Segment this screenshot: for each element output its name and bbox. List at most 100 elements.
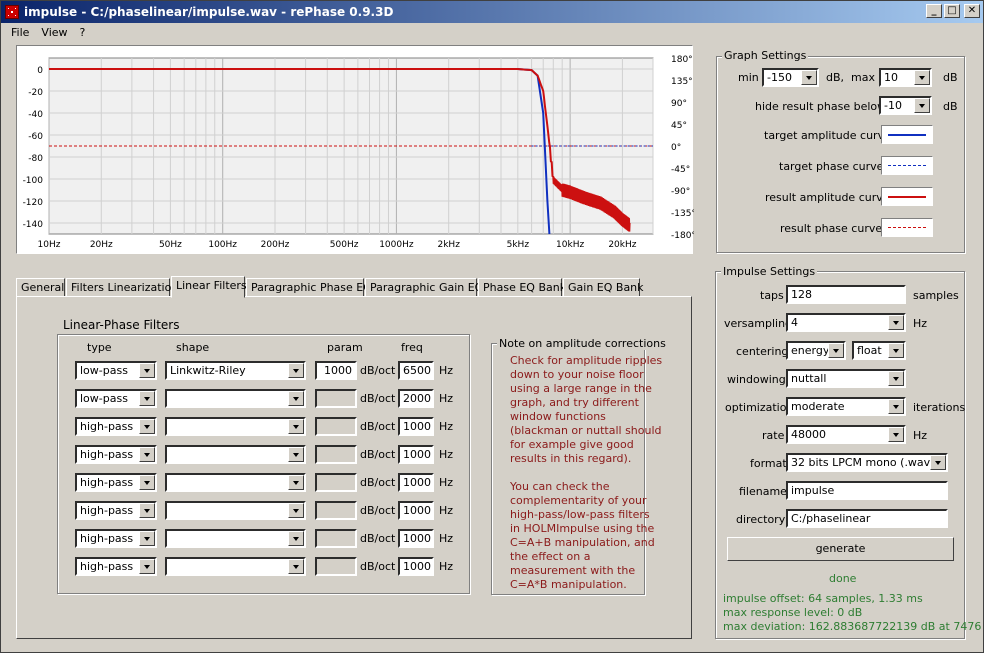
param-column-header: param — [327, 341, 363, 354]
menu-bar: File View ? — [1, 23, 91, 42]
filter-shape-select[interactable] — [165, 445, 306, 464]
result-amplitude-color-swatch[interactable] — [881, 187, 933, 206]
param-unit-label: dB/oct — [360, 392, 396, 405]
tab-gain-eq-bank[interactable]: Gain EQ Bank — [563, 278, 644, 297]
filename-input[interactable]: impulse — [786, 481, 948, 500]
chevron-down-icon — [139, 363, 155, 378]
filter-freq-input[interactable]: 6500 — [398, 361, 434, 380]
filter-param-input[interactable] — [315, 445, 357, 464]
filter-type-select[interactable]: high-pass — [75, 557, 157, 576]
filter-shape-select[interactable] — [165, 529, 306, 548]
filter-freq-input[interactable]: 1000 — [398, 417, 434, 436]
tab-paragraphic-phase-eq[interactable]: Paragraphic Phase EQ — [246, 278, 372, 297]
rate-select[interactable]: 48000 — [786, 425, 906, 444]
hide-phase-select[interactable]: -10 — [879, 96, 932, 115]
filter-type-select[interactable]: high-pass — [75, 529, 157, 548]
optimization-select[interactable]: moderate — [786, 397, 906, 416]
chevron-down-icon — [930, 455, 946, 470]
tab-phase-eq-bank[interactable]: Phase EQ Bank — [478, 278, 566, 297]
chevron-down-icon — [139, 559, 155, 574]
directory-input[interactable]: C:/phaselinear — [786, 509, 948, 528]
filter-shape-select[interactable] — [165, 473, 306, 492]
filter-param-input[interactable] — [315, 417, 357, 436]
target-phase-line — [888, 165, 926, 166]
filter-freq-input[interactable]: 1000 — [398, 557, 434, 576]
chevron-down-icon — [288, 475, 304, 490]
param-unit-label: dB/oct — [360, 560, 396, 573]
centering-mode-select[interactable]: float — [852, 341, 906, 360]
optimization-label: optimization — [725, 401, 794, 414]
param-unit-label: dB/oct — [360, 364, 396, 377]
max-db-select[interactable]: 10 — [879, 68, 932, 87]
freq-unit-label: Hz — [439, 560, 454, 573]
phase-tick-label: 135° — [671, 77, 693, 87]
target-amplitude-color-swatch[interactable] — [881, 125, 933, 144]
filter-shape-select[interactable] — [165, 417, 306, 436]
filter-shape-select[interactable] — [165, 557, 306, 576]
filter-type-select[interactable]: high-pass — [75, 473, 157, 492]
filter-freq-input[interactable]: 2000 — [398, 389, 434, 408]
filter-param-input[interactable]: 1000 — [315, 361, 357, 380]
rate-unit: Hz — [913, 429, 928, 442]
x-tick-label: 200Hz — [261, 240, 290, 250]
filter-freq-input[interactable]: 1000 — [398, 445, 434, 464]
app-window: impulse - C:/phaselinear/impulse.wav - r… — [0, 0, 984, 653]
result-phase-color-swatch[interactable] — [881, 218, 933, 237]
generate-button[interactable]: generate — [727, 537, 954, 561]
hide-phase-label: hide result phase below — [755, 100, 887, 113]
type-column-header: type — [87, 341, 112, 354]
close-button[interactable]: ✕ — [964, 4, 980, 18]
filter-type-select[interactable]: low-pass — [75, 361, 157, 380]
taps-input[interactable]: 128 — [786, 285, 906, 304]
target-phase-color-swatch[interactable] — [881, 156, 933, 175]
chevron-down-icon — [288, 419, 304, 434]
filter-param-input[interactable] — [315, 501, 357, 520]
tab-paragraphic-gain-eq[interactable]: Paragraphic Gain EQ — [365, 278, 483, 297]
centering-select[interactable]: energy — [786, 341, 846, 360]
menu-view[interactable]: View — [35, 26, 73, 39]
versampling-select[interactable]: 4 — [786, 313, 906, 332]
phase-tick-label: 45° — [671, 121, 687, 131]
max-deviation-info: max deviation: 162.883687722139 dB at 74… — [723, 620, 984, 633]
chevron-down-icon — [139, 447, 155, 462]
freq-unit-label: Hz — [439, 476, 454, 489]
min-db-select[interactable]: -150 — [762, 68, 819, 87]
filter-param-input[interactable] — [315, 473, 357, 492]
format-select[interactable]: 32 bits LPCM mono (.wav) — [786, 453, 948, 472]
tab-linear-filters[interactable]: Linear Filters — [171, 276, 247, 298]
filter-freq-input[interactable]: 1000 — [398, 473, 434, 492]
maximize-button[interactable]: □ — [944, 4, 960, 18]
tab-general[interactable]: General — [16, 278, 65, 297]
filter-param-input[interactable] — [315, 557, 357, 576]
filter-freq-input[interactable]: 1000 — [398, 501, 434, 520]
filter-type-select[interactable]: high-pass — [75, 445, 157, 464]
db-unit-label: dB — [943, 71, 958, 84]
filter-type-select[interactable]: high-pass — [75, 417, 157, 436]
filter-type-select[interactable]: high-pass — [75, 501, 157, 520]
filter-shape-select[interactable]: Linkwitz-Riley — [165, 361, 306, 380]
result-amplitude-label: result amplitude curve — [765, 191, 890, 204]
chevron-down-icon — [288, 531, 304, 546]
filter-shape-select[interactable] — [165, 389, 306, 408]
x-tick-label: 10Hz — [38, 240, 61, 250]
chevron-down-icon — [288, 391, 304, 406]
menu-help[interactable]: ? — [74, 26, 92, 39]
tab-filters-linearization[interactable]: Filters Linearization — [66, 278, 178, 297]
filter-type-select[interactable]: low-pass — [75, 389, 157, 408]
filter-shape-select[interactable] — [165, 501, 306, 520]
windowing-select[interactable]: nuttall — [786, 369, 906, 388]
menu-file[interactable]: File — [5, 26, 35, 39]
chevron-down-icon — [914, 70, 930, 85]
format-label: format — [750, 457, 787, 470]
window-title: impulse - C:/phaselinear/impulse.wav - r… — [24, 5, 394, 19]
title-bar[interactable]: impulse - C:/phaselinear/impulse.wav - r… — [1, 1, 983, 23]
versampling-label: versampling — [724, 317, 793, 330]
filter-param-input[interactable] — [315, 529, 357, 548]
filter-freq-input[interactable]: 1000 — [398, 529, 434, 548]
minimize-button[interactable]: _ — [926, 4, 942, 18]
filter-param-input[interactable] — [315, 389, 357, 408]
response-graph[interactable]: 0 -20 -40 -60 -80 -100 -120 -140 180° 135° 90° 45° 0… — [16, 45, 694, 254]
freq-unit-label: Hz — [439, 504, 454, 517]
y-tick-label: -120 — [23, 198, 44, 208]
graph-settings-title: Graph Settings — [722, 49, 809, 62]
